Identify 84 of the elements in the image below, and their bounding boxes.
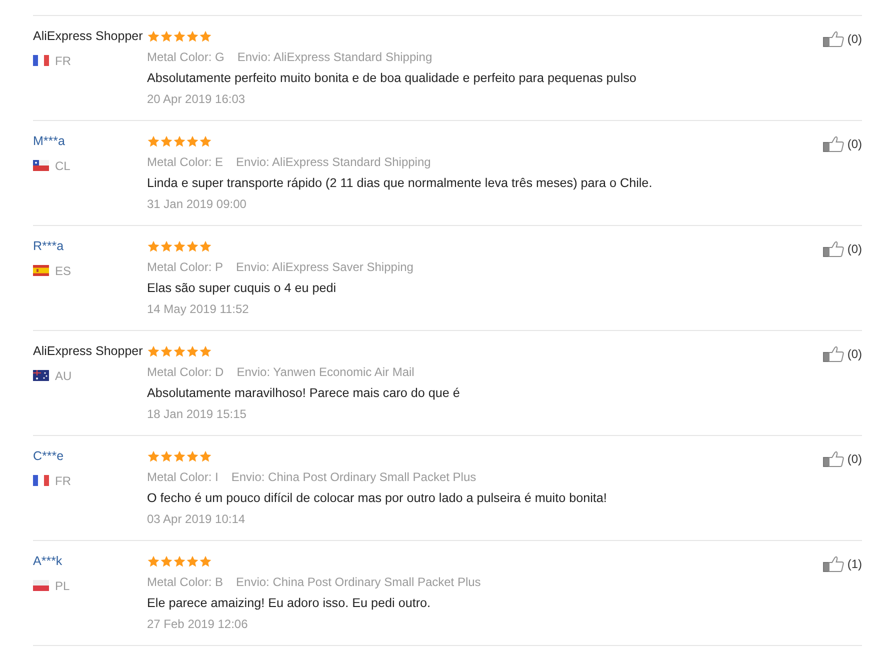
star-icon <box>160 30 173 43</box>
star-icon <box>160 555 173 568</box>
thumbs-up-icon <box>823 136 844 152</box>
review-text: O fecho é um pouco difícil de colocar mas por outro lado a pulseira é muito bonita! <box>147 491 607 505</box>
star-icon <box>147 30 160 43</box>
thumbs-up-icon <box>823 451 844 467</box>
star-icon <box>199 450 212 463</box>
reviewer-name[interactable]: M***a <box>33 131 65 152</box>
shipping-method: Envio: Yanwen Economic Air Mail <box>236 364 414 381</box>
flag-icon <box>33 475 49 486</box>
reviewer-name[interactable]: C***e <box>33 446 64 467</box>
shipping-method: Envio: China Post Ordinary Small Packet Plus <box>236 574 481 591</box>
star-icon <box>147 555 160 568</box>
star-icon <box>160 345 173 358</box>
country-code: PL <box>55 578 70 592</box>
metal-color-label: Metal Color: B <box>147 574 224 591</box>
shipping-method: Envio: AliExpress Standard Shipping <box>236 154 431 171</box>
star-icon <box>186 135 199 148</box>
thumbs-up-icon <box>823 31 844 47</box>
reviewer-name[interactable]: R***a <box>33 236 64 257</box>
review-date: 14 May 2019 11:52 <box>147 302 249 316</box>
reviewer-name: AliExpress Shopper <box>33 28 143 45</box>
reviewer-name: AliExpress Shopper <box>33 343 143 360</box>
helpful-button[interactable]: (0) <box>823 451 862 467</box>
star-icon <box>173 450 186 463</box>
star-icon <box>160 450 173 463</box>
star-icon <box>186 450 199 463</box>
star-icon <box>199 240 212 253</box>
star-icon <box>147 345 160 358</box>
star-icon <box>173 240 186 253</box>
country-code: ES <box>55 264 72 278</box>
review-text: Linda e super transporte rápido (2 11 dias que normalmente leva três meses) para o Chile. <box>147 176 652 190</box>
star-icon <box>173 345 186 358</box>
country-code: FR <box>55 54 71 68</box>
review-date: 27 Feb 2019 12:06 <box>147 617 248 631</box>
country-code: CL <box>55 158 70 172</box>
metal-color-label: Metal Color: I <box>147 469 218 486</box>
star-icon <box>173 555 186 568</box>
review-text: Absolutamente maravilhoso! Parece mais caro do que é <box>147 386 460 400</box>
helpful-button[interactable]: (1) <box>823 556 862 572</box>
review-date: 20 Apr 2019 16:03 <box>147 92 246 106</box>
flag-icon <box>33 580 49 591</box>
star-icon <box>147 240 160 253</box>
flag-icon <box>33 55 49 66</box>
star-icon <box>186 240 199 253</box>
flag-icon <box>33 160 49 171</box>
review-date: 18 Jan 2019 15:15 <box>147 407 246 421</box>
review-text: Ele parece amaizing! Eu adoro isso. Eu pedi outro. <box>147 596 431 610</box>
thumbs-up-icon <box>823 241 844 257</box>
shipping-method: Envio: AliExpress Standard Shipping <box>237 49 432 66</box>
country-code: AU <box>55 368 72 382</box>
helpful-button[interactable]: (0) <box>823 241 862 257</box>
shipping-method: Envio: AliExpress Saver Shipping <box>236 259 414 276</box>
star-icon <box>173 135 186 148</box>
flag-icon <box>33 265 49 276</box>
reviewer-name[interactable]: A***k <box>33 551 62 572</box>
star-icon <box>199 555 212 568</box>
review-text: Elas são super cuquis o 4 eu pedi <box>147 281 336 295</box>
star-icon <box>199 135 212 148</box>
metal-color-label: Metal Color: D <box>147 364 224 381</box>
metal-color-label: Metal Color: P <box>147 259 224 276</box>
thumbs-up-icon <box>823 346 844 362</box>
helpful-button[interactable]: (0) <box>823 31 862 47</box>
review-text: Absolutamente perfeito muito bonita e de boa qualidade e perfeito para pequenas pulso <box>147 71 636 85</box>
review-date: 31 Jan 2019 09:00 <box>147 197 246 211</box>
star-icon <box>160 135 173 148</box>
shipping-method: Envio: China Post Ordinary Small Packet Plus <box>231 469 476 486</box>
helpful-button[interactable]: (0) <box>823 346 862 362</box>
star-icon <box>160 240 173 253</box>
star-icon <box>147 135 160 148</box>
review-date: 03 Apr 2019 10:14 <box>147 512 246 526</box>
star-icon <box>199 345 212 358</box>
helpful-button[interactable]: (0) <box>823 136 862 152</box>
star-icon <box>199 30 212 43</box>
metal-color-label: Metal Color: E <box>147 154 224 171</box>
star-icon <box>186 30 199 43</box>
metal-color-label: Metal Color: G <box>147 49 224 66</box>
star-icon <box>147 450 160 463</box>
country-code: FR <box>55 474 71 488</box>
star-icon <box>173 30 186 43</box>
star-icon <box>186 555 199 568</box>
star-icon <box>186 345 199 358</box>
flag-icon <box>33 370 49 381</box>
thumbs-up-icon <box>823 556 844 572</box>
